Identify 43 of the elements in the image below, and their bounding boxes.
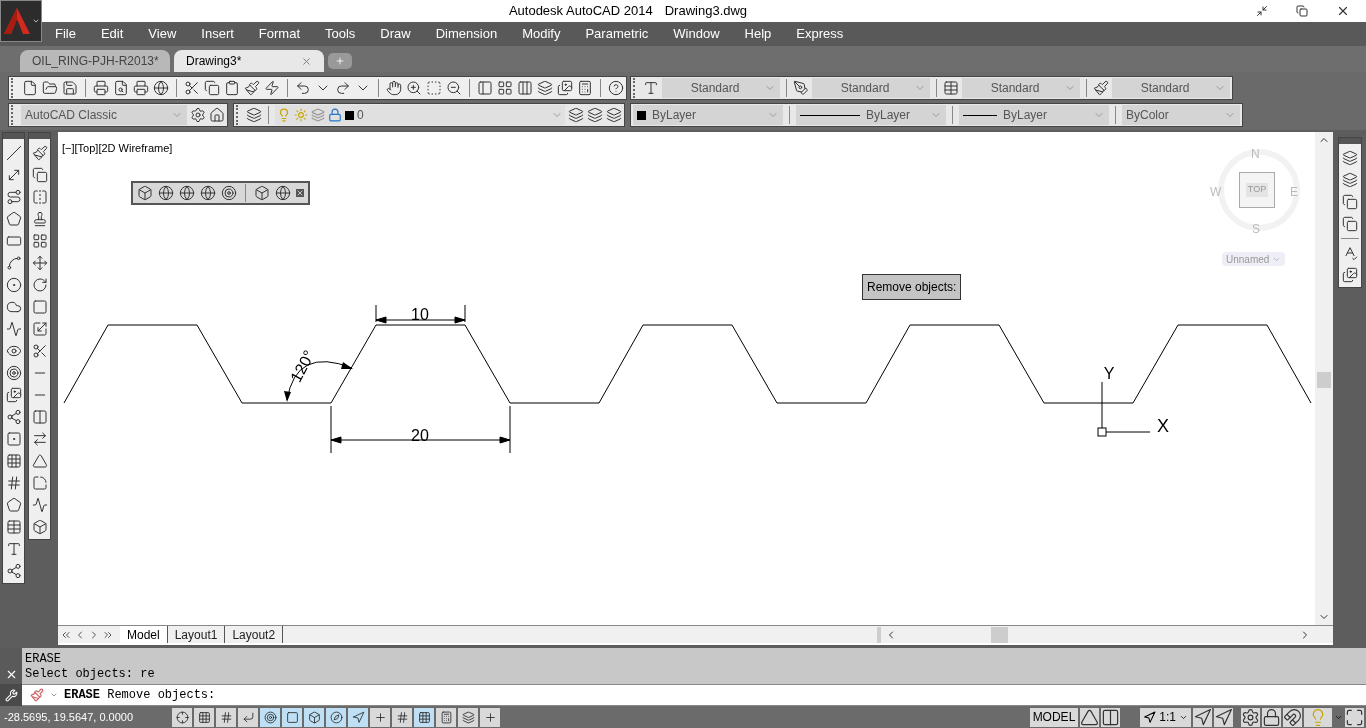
file-tab[interactable]: OIL_RING-PJH-R2013* — [20, 50, 170, 72]
menu-item[interactable]: Window — [673, 24, 720, 44]
axis-label: X — [1157, 416, 1169, 436]
layer-dropdown[interactable]: 0 — [275, 105, 565, 125]
menu-item[interactable]: Parametric — [585, 24, 649, 44]
command-prompt: ERASE Remove objects: — [64, 687, 216, 704]
menu-item[interactable]: Dimension — [435, 24, 498, 44]
menu-item[interactable]: Edit — [100, 24, 124, 44]
layer-name: 0 — [357, 107, 365, 124]
menu-item[interactable]: Help — [744, 24, 772, 44]
menu-item[interactable]: Draw — [380, 24, 411, 44]
menu-item[interactable]: Insert — [201, 24, 234, 44]
menu-item[interactable]: Modify — [522, 24, 561, 44]
command-history-line: ERASE — [25, 651, 62, 666]
dimension-text: 20 — [411, 427, 429, 444]
file-tab[interactable]: Drawing3* — [174, 50, 324, 72]
menu-item[interactable]: File — [55, 24, 76, 44]
property-dropdown[interactable]: ByLayer — [959, 105, 1109, 125]
document-title: Drawing3.dwg — [664, 2, 748, 21]
viewcube-face-label: TOP — [1245, 183, 1269, 197]
dimension-text: 120° — [287, 347, 318, 385]
menu-item[interactable]: Format — [258, 24, 300, 44]
app-title: Autodesk AutoCAD 2014 — [508, 2, 653, 21]
menu-item[interactable]: Express — [796, 24, 844, 44]
property-dropdown[interactable]: ByColor — [1122, 105, 1240, 125]
axis-label: Y — [1103, 365, 1115, 382]
property-dropdown[interactable]: ByLayer — [633, 105, 783, 125]
style-dropdown[interactable]: Standard — [662, 78, 780, 98]
tooltip: Remove objects: — [862, 274, 962, 300]
style-dropdown[interactable]: Standard — [962, 78, 1080, 98]
dimension-text: 10 — [411, 306, 429, 323]
style-dropdown[interactable]: Standard — [1112, 78, 1230, 98]
menu-item[interactable]: Tools — [325, 24, 356, 44]
model-space-button[interactable]: MODEL — [1029, 707, 1079, 727]
property-dropdown[interactable]: ByLayer — [796, 105, 946, 125]
viewport-label[interactable]: [−][Top][2D Wireframe] — [62, 140, 173, 157]
style-dropdown[interactable]: Standard — [812, 78, 930, 98]
menu-item[interactable]: View — [148, 24, 177, 44]
command-history-line: Select objects: re — [25, 666, 156, 681]
layout-tab[interactable]: Model — [120, 626, 168, 643]
coordinates[interactable]: -28.5695, 19.5647, 0.0000 — [0, 708, 172, 726]
annotation-scale-button[interactable]: 1:1 — [1140, 707, 1191, 727]
workspace-dropdown[interactable]: AutoCAD Classic — [21, 105, 187, 125]
